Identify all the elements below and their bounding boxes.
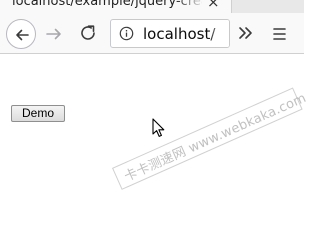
url-fade [207, 20, 229, 47]
url-text: localhost/ [143, 25, 216, 43]
navigation-toolbar: localhost/ [0, 13, 304, 54]
reload-icon [81, 25, 95, 40]
forward-button[interactable] [44, 24, 64, 44]
back-arrow-icon [16, 29, 29, 41]
info-icon [119, 26, 134, 41]
forward-arrow-icon [46, 28, 61, 40]
browser-window: localhost/example/jquery-create × localh… [0, 0, 309, 240]
menu-button[interactable] [270, 24, 290, 44]
page-content: Demo [0, 55, 304, 240]
hamburger-menu-icon [273, 28, 286, 40]
tab-title: localhost/example/jquery-create [12, 0, 202, 9]
tab-title-fade [175, 0, 205, 13]
mouse-cursor-icon [152, 118, 165, 137]
tab-close-icon[interactable]: × [207, 0, 220, 12]
reload-button[interactable] [78, 23, 98, 43]
tab-strip: localhost/example/jquery-create × [0, 0, 304, 13]
url-bar[interactable]: localhost/ [110, 19, 230, 48]
demo-button[interactable]: Demo [11, 105, 65, 122]
overflow-button[interactable] [236, 23, 256, 43]
back-button[interactable] [6, 19, 36, 49]
double-chevron-icon [239, 27, 252, 39]
tab-active[interactable]: localhost/example/jquery-create × [0, 0, 232, 13]
